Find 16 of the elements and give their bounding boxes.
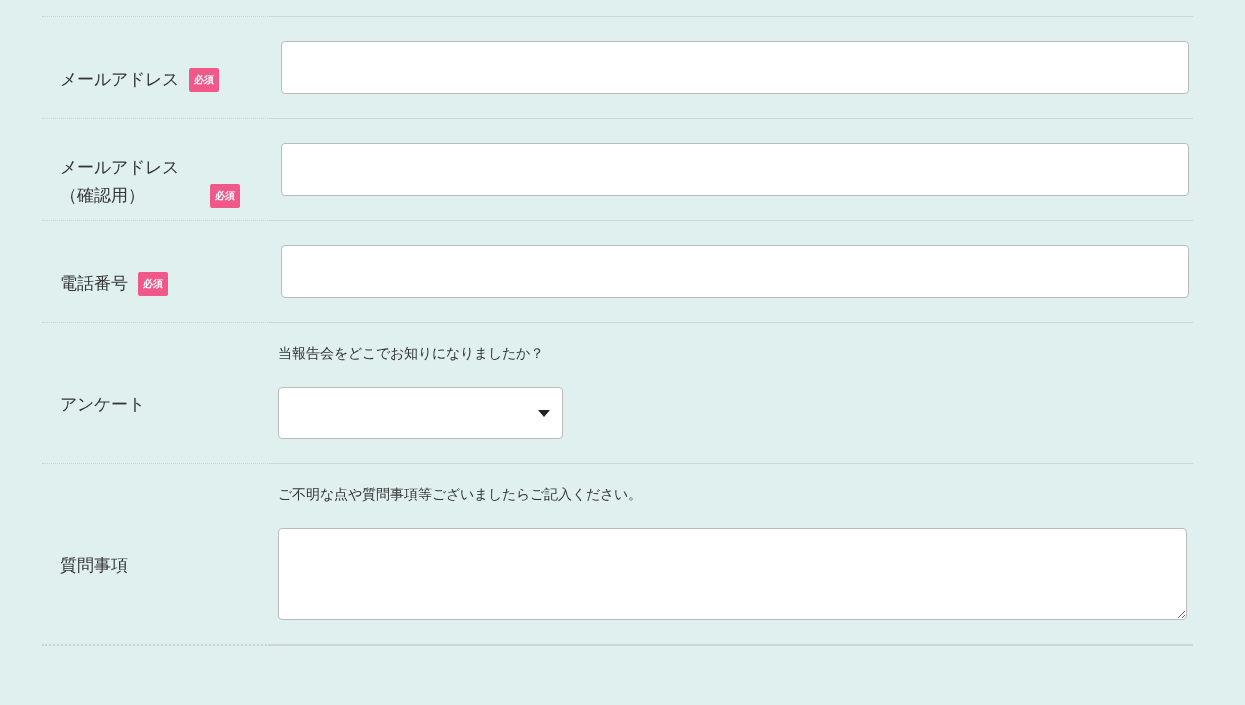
text-input-field[interactable] <box>281 143 1189 196</box>
field-label: 電話番号 <box>60 271 128 295</box>
field-label: メールアドレス <box>60 67 179 91</box>
text-input-field[interactable] <box>281 245 1189 298</box>
text-input-field[interactable] <box>281 41 1189 94</box>
textarea-field[interactable] <box>278 528 1187 620</box>
required-badge: 必須 <box>189 67 219 92</box>
dropdown-field[interactable] <box>278 387 563 439</box>
field-label: メールアドレス（確認用） <box>60 155 180 207</box>
required-badge: 必須 <box>210 183 240 208</box>
field-label: アンケート <box>60 393 145 416</box>
required-badge: 必須 <box>138 271 168 296</box>
field-hint: ご不明な点や質問事項等ございましたらご記入ください。 <box>278 486 643 504</box>
field-label: 質問事項 <box>60 554 128 577</box>
caret-icon <box>538 409 550 417</box>
field-hint: 当報告会をどこでお知りになりましたか？ <box>278 345 545 363</box>
